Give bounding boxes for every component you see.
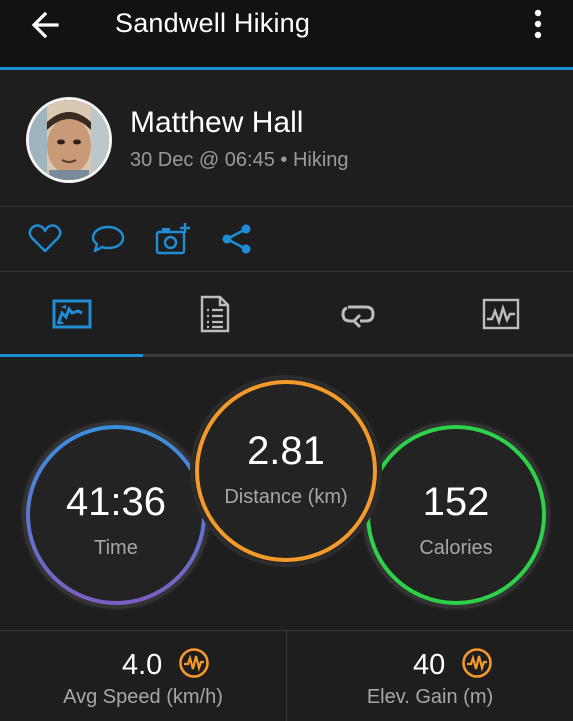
avg-speed-stat[interactable]: 4.0 Avg Speed (km/h) — [0, 631, 286, 721]
calories-label: Calories — [419, 537, 493, 559]
details-icon — [200, 295, 229, 333]
calories-stat: 152 Calories — [360, 419, 552, 611]
charts-icon — [482, 298, 519, 330]
tab-map[interactable] — [0, 272, 143, 356]
avg-speed-label: Avg Speed (km/h) — [63, 686, 223, 708]
elev-gain-value: 40 — [413, 649, 446, 681]
time-stat: 41:36 Time — [20, 419, 212, 611]
elev-gain-stat[interactable]: 40 Elev. Gain (m) — [287, 631, 573, 721]
time-value: 41:36 — [65, 480, 167, 524]
avatar[interactable] — [26, 97, 112, 183]
heart-icon[interactable] — [27, 221, 63, 257]
arrow-left-icon[interactable] — [30, 10, 60, 40]
action-row — [0, 207, 573, 271]
activity-header: Matthew Hall 30 Dec @ 06:45 • Hiking — [0, 70, 573, 206]
tab-bar — [0, 272, 573, 356]
summary-row: 4.0 Avg Speed (km/h) 40 Elev. Gain (m) — [0, 630, 573, 721]
insight-icon — [462, 648, 492, 678]
map-icon — [52, 299, 91, 329]
share-icon[interactable] — [219, 221, 255, 257]
distance-label: Distance (km) — [224, 486, 348, 508]
app-bar: Sandwell Hiking — [0, 0, 573, 67]
activity-meta: 30 Dec @ 06:45 • Hiking — [130, 149, 349, 171]
insight-icon — [179, 648, 209, 678]
calories-value: 152 — [422, 480, 490, 524]
laps-icon — [340, 305, 375, 329]
user-name[interactable]: Matthew Hall — [130, 106, 303, 140]
tab-laps[interactable] — [286, 272, 429, 356]
add-photo-icon[interactable] — [155, 221, 191, 257]
time-label: Time — [94, 537, 138, 559]
distance-stat: 2.81 Distance (km) — [190, 375, 382, 567]
avg-speed-value: 4.0 — [122, 649, 163, 681]
tab-details[interactable] — [143, 272, 286, 356]
more-vertical-icon[interactable] — [530, 8, 546, 40]
stats-circles: 41:36 Time 152 Calories 2.81 Distance (k… — [0, 357, 573, 630]
avatar-photo — [29, 100, 109, 180]
elev-gain-label: Elev. Gain (m) — [366, 686, 494, 708]
comment-icon[interactable] — [90, 221, 126, 257]
distance-value: 2.81 — [247, 429, 325, 473]
page-title: Sandwell Hiking — [115, 8, 311, 38]
tab-charts[interactable] — [429, 272, 572, 356]
